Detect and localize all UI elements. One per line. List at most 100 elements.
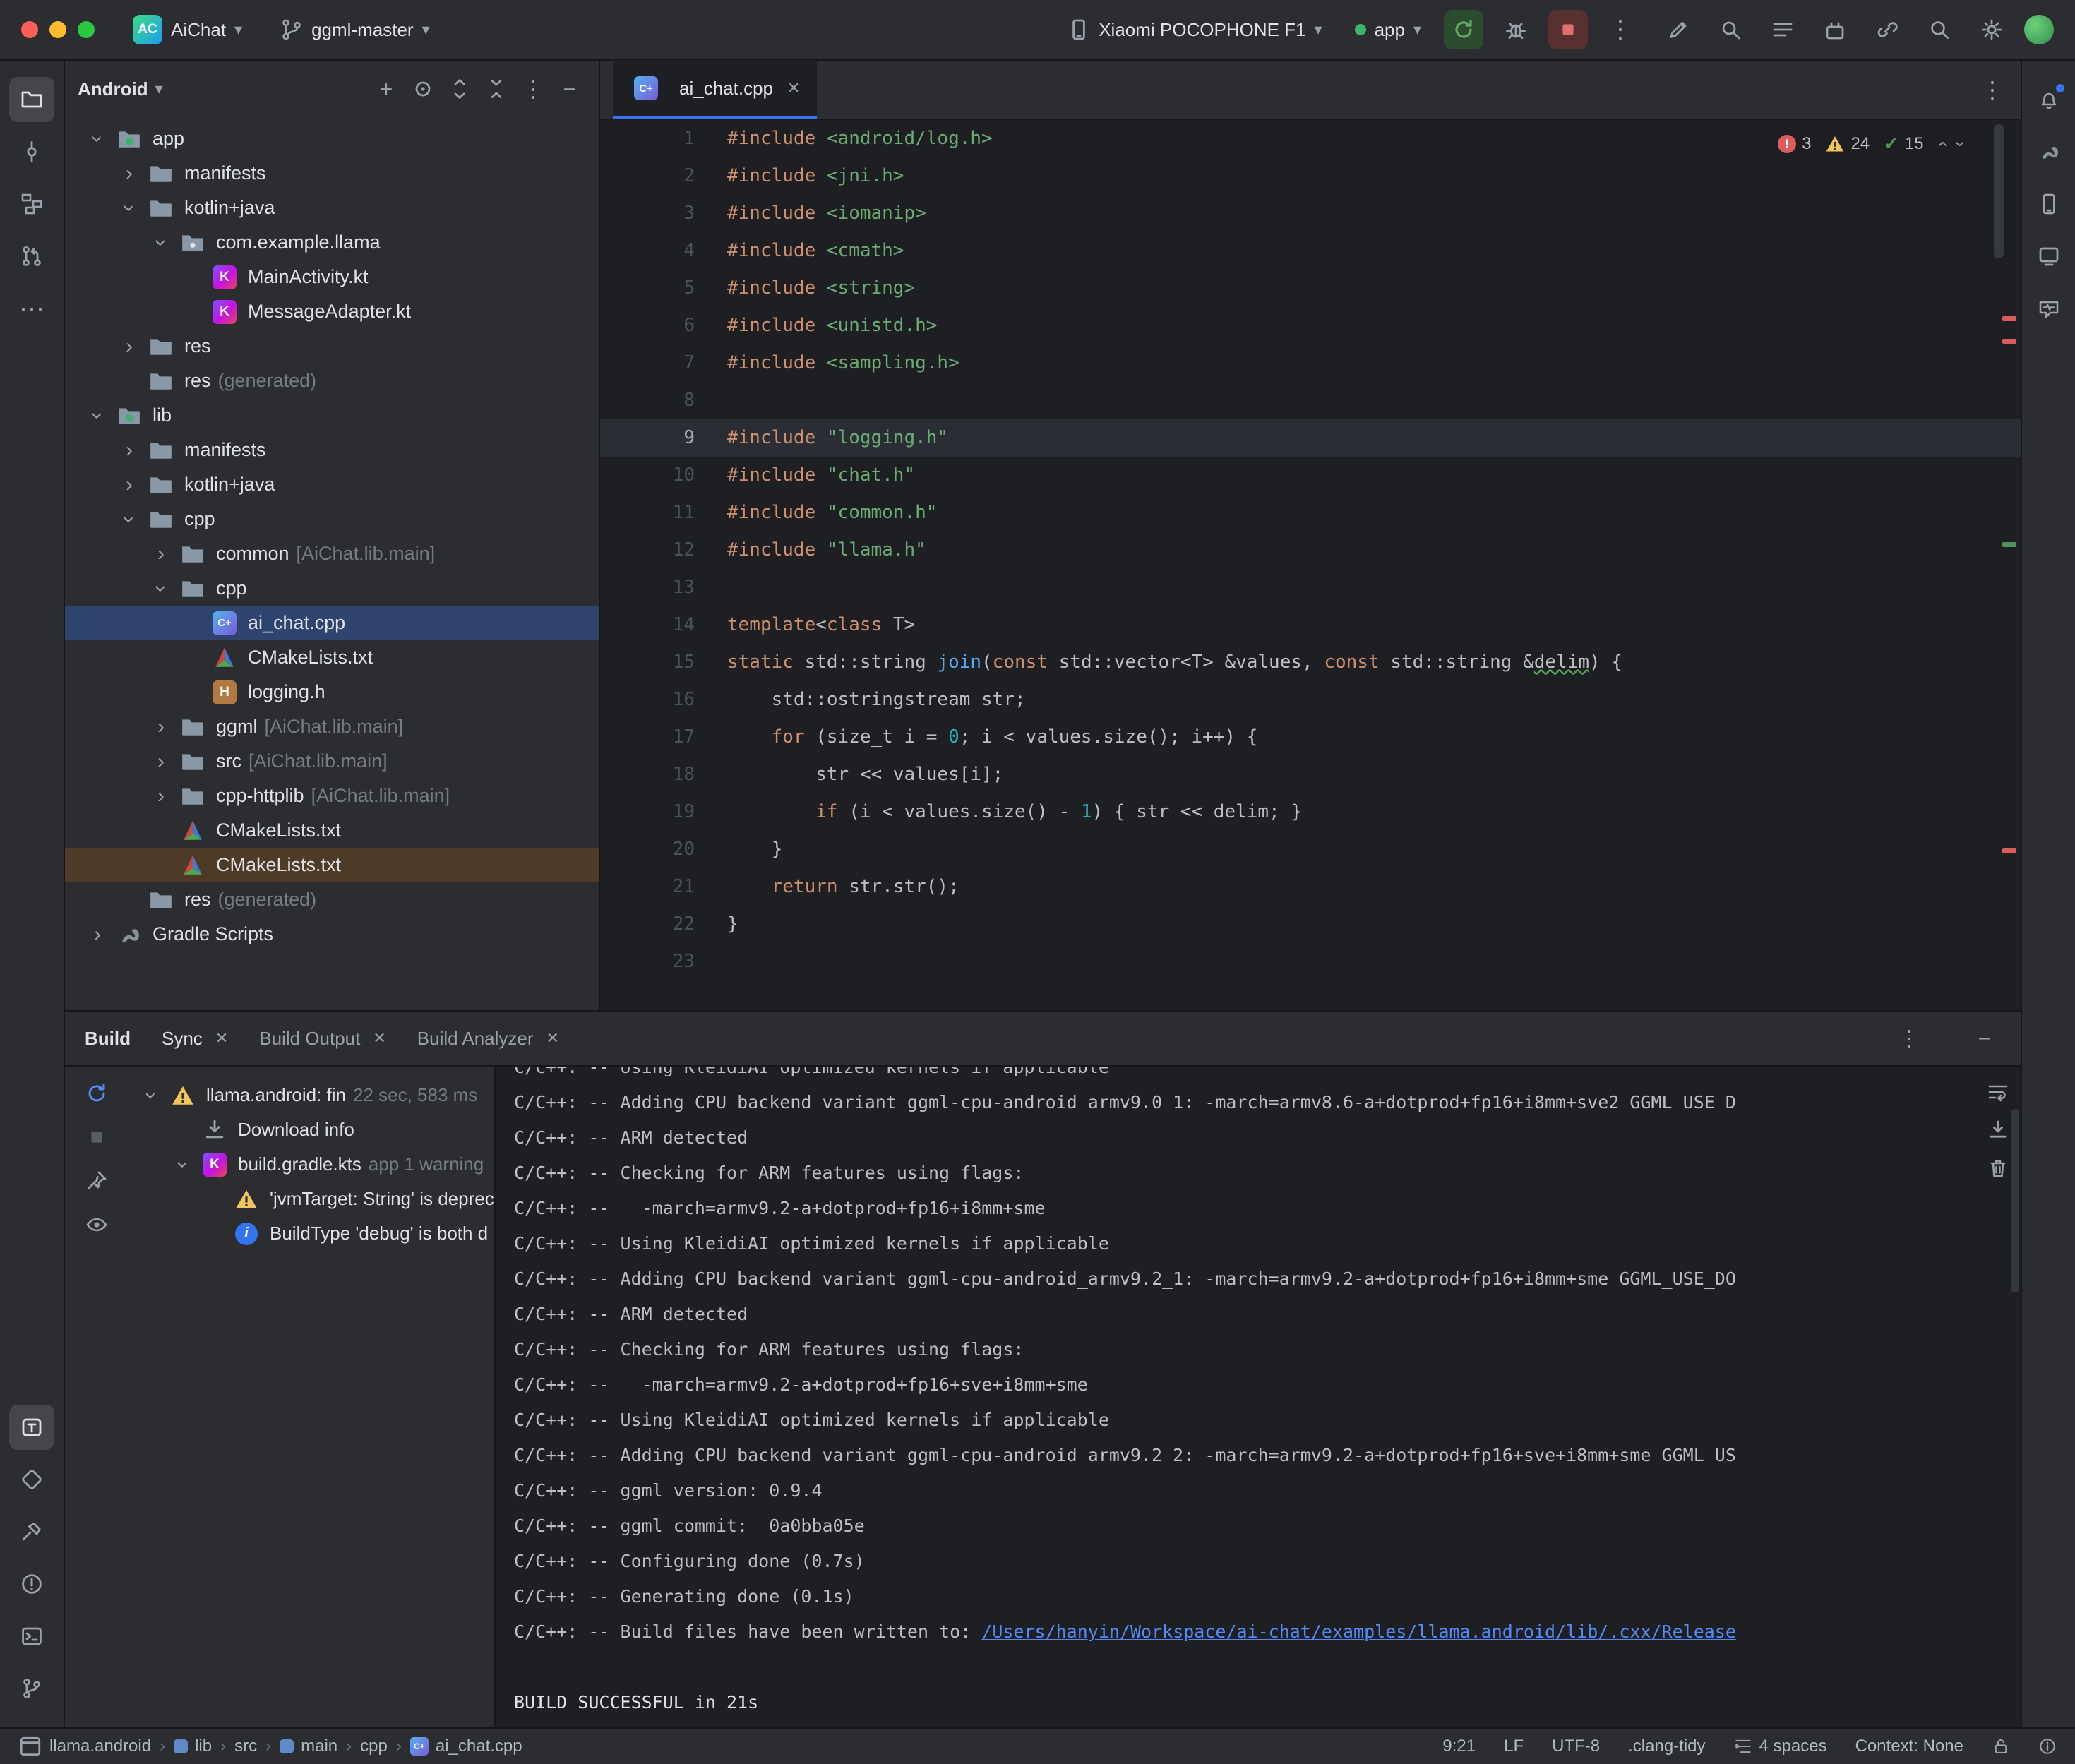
code-line-5[interactable]: 5#include <string>	[600, 270, 2021, 307]
code-viewport[interactable]: 1#include <android/log.h>2#include <jni.…	[600, 120, 2021, 1010]
tree-item-jvmtarget-string-is-deprec[interactable]: 'jvmTarget: String' is deprec	[128, 1182, 494, 1216]
expand-chevron-icon[interactable]: ›	[145, 544, 177, 565]
rerun-button[interactable]	[1444, 10, 1483, 49]
line-number[interactable]: 6	[600, 307, 727, 344]
expand-chevron-icon[interactable]: ›	[114, 474, 145, 496]
expand-all-button[interactable]	[443, 73, 476, 105]
error-stripe-mark[interactable]	[2002, 848, 2016, 853]
gradle-tool-button[interactable]	[2026, 129, 2071, 174]
more-tool-windows-button[interactable]: ⋯	[9, 286, 54, 331]
search-everywhere-short-button[interactable]	[1711, 10, 1750, 49]
editor-options-button[interactable]: ⋮	[1964, 76, 2021, 103]
tree-item-messageadapter-kt[interactable]: KMessageAdapter.kt	[65, 294, 599, 329]
tree-item-gradle-scripts[interactable]: ›Gradle Scripts	[65, 917, 599, 952]
ok-stripe-mark[interactable]	[2002, 542, 2016, 547]
line-number[interactable]: 21	[600, 868, 727, 906]
collapse-chevron-icon[interactable]: ›	[150, 573, 172, 604]
line-number[interactable]: 9	[600, 419, 727, 457]
tree-item-res[interactable]: res(generated)	[65, 364, 599, 398]
tree-item-kotlin-java[interactable]: ›kotlin+java	[65, 191, 599, 225]
tree-item-mainactivity-kt[interactable]: KMainActivity.kt	[65, 260, 599, 294]
line-number[interactable]: 3	[600, 195, 727, 232]
code-line-17[interactable]: 17 for (size_t i = 0; i < values.size();…	[600, 719, 2021, 756]
close-window-button[interactable]	[21, 21, 38, 38]
clang-tidy[interactable]: .clang-tidy	[1628, 1736, 1705, 1756]
todo-list-button[interactable]	[1763, 10, 1802, 49]
commit-tool-button[interactable]	[9, 129, 54, 174]
editor-scrollbar[interactable]	[1994, 124, 2004, 258]
device-mirror-button[interactable]	[1867, 10, 1907, 49]
code-line-6[interactable]: 6#include <unistd.h>	[600, 307, 2021, 344]
tree-item-cmakelists-txt[interactable]: CMakeLists.txt	[65, 813, 599, 848]
breadcrumb-lib[interactable]: lib	[174, 1736, 212, 1756]
expand-chevron-icon[interactable]: ›	[114, 336, 145, 357]
tree-item-manifests[interactable]: ›manifests	[65, 433, 599, 467]
code-line-8[interactable]: 8	[600, 382, 2021, 419]
expand-chevron-icon[interactable]: ›	[82, 924, 113, 945]
more-run-options-button[interactable]: ⋮	[1601, 10, 1640, 49]
line-number[interactable]: 5	[600, 270, 727, 307]
code-line-10[interactable]: 10#include "chat.h"	[600, 457, 2021, 494]
build-console[interactable]: C/C++: -- Using KleidiAI optimized kerne…	[496, 1067, 2021, 1727]
tree-item-com-example-llama[interactable]: ›com.example.llama	[65, 225, 599, 260]
collapse-chevron-icon[interactable]: ›	[172, 1149, 193, 1180]
problems-tool-button[interactable]	[9, 1561, 54, 1607]
breadcrumb-main[interactable]: main	[280, 1736, 337, 1756]
collapse-all-button[interactable]	[480, 73, 513, 105]
tree-item-cpp[interactable]: ›cpp	[65, 571, 599, 606]
expand-chevron-icon[interactable]: ›	[114, 163, 145, 184]
locate-file-button[interactable]	[407, 73, 439, 105]
tree-item-buildtype-debug-is-both-d[interactable]: iBuildType 'debug' is both d	[128, 1216, 494, 1251]
minimize-window-button[interactable]	[49, 21, 66, 38]
device-manager-tool-button[interactable]	[2026, 181, 2071, 227]
collapse-chevron-icon[interactable]: ›	[119, 193, 140, 224]
running-devices-tool-button[interactable]	[2026, 234, 2071, 279]
resource-manager-tool-button[interactable]	[9, 1457, 54, 1502]
stop-disabled-icon[interactable]	[85, 1126, 108, 1148]
error-stripe-mark[interactable]	[2002, 316, 2016, 321]
settings-button[interactable]	[1972, 10, 2011, 49]
tree-item-ggml[interactable]: ›ggml[AiChat.lib.main]	[65, 709, 599, 744]
close-icon[interactable]: ✕	[373, 1029, 385, 1048]
tree-item-ai-chat-cpp[interactable]: C+ai_chat.cpp	[65, 606, 599, 640]
code-line-20[interactable]: 20 }	[600, 831, 2021, 868]
line-number[interactable]: 20	[600, 831, 727, 868]
app-quality-insights-tool-button[interactable]	[2026, 286, 2071, 331]
line-number[interactable]: 1	[600, 120, 727, 157]
device-selector[interactable]: Xiaomi POCOPHONE F1 ▾	[1058, 13, 1332, 47]
tree-item-manifests[interactable]: ›manifests	[65, 156, 599, 191]
line-separator[interactable]: LF	[1504, 1736, 1524, 1756]
code-with-me-button[interactable]	[1658, 10, 1698, 49]
ai-context[interactable]: Context: None	[1855, 1736, 1963, 1756]
run-configuration-selector[interactable]: app ▾	[1345, 13, 1431, 47]
console-scrollbar[interactable]	[2011, 1109, 2019, 1292]
tree-item-download-info[interactable]: Download info	[128, 1112, 494, 1147]
collapse-chevron-icon[interactable]: ›	[140, 1080, 162, 1111]
breadcrumb-src[interactable]: src	[234, 1736, 257, 1756]
expand-chevron-icon[interactable]: ›	[145, 751, 177, 772]
tree-item-llama-android-fin[interactable]: ›llama.android: fin22 sec, 583 ms	[128, 1078, 494, 1112]
debug-button[interactable]	[1496, 10, 1536, 49]
tree-item-lib[interactable]: ›lib	[65, 398, 599, 433]
hide-build-panel-button[interactable]: −	[1968, 1022, 2001, 1055]
pull-requests-tool-button[interactable]	[9, 234, 54, 279]
line-number[interactable]: 16	[600, 681, 727, 719]
tab-build-output[interactable]: Build Output ✕	[259, 1028, 386, 1050]
code-line-2[interactable]: 2#include <jni.h>	[600, 157, 2021, 195]
code-line-7[interactable]: 7#include <sampling.h>	[600, 344, 2021, 382]
expand-chevron-icon[interactable]: ›	[145, 786, 177, 807]
tree-item-app[interactable]: ›app	[65, 121, 599, 156]
line-number[interactable]: 19	[600, 793, 727, 831]
code-line-19[interactable]: 19 if (i < values.size() - 1) { str << d…	[600, 793, 2021, 831]
tree-item-src[interactable]: ›src[AiChat.lib.main]	[65, 744, 599, 779]
tree-item-res[interactable]: ›res	[65, 329, 599, 364]
show-details-eye-icon[interactable]	[85, 1213, 108, 1236]
tree-item-logging-h[interactable]: Hlogging.h	[65, 675, 599, 709]
tab-build-analyzer[interactable]: Build Analyzer ✕	[417, 1028, 559, 1050]
close-icon[interactable]: ✕	[787, 79, 800, 97]
expand-chevron-icon[interactable]: ›	[145, 716, 177, 738]
close-icon[interactable]: ✕	[215, 1029, 228, 1048]
expand-chevron-icon[interactable]: ›	[114, 440, 145, 461]
tree-item-build-gradle-kts[interactable]: ›Kbuild.gradle.ktsapp 1 warning	[128, 1147, 494, 1182]
project-options-button[interactable]: ⋮	[517, 73, 549, 105]
